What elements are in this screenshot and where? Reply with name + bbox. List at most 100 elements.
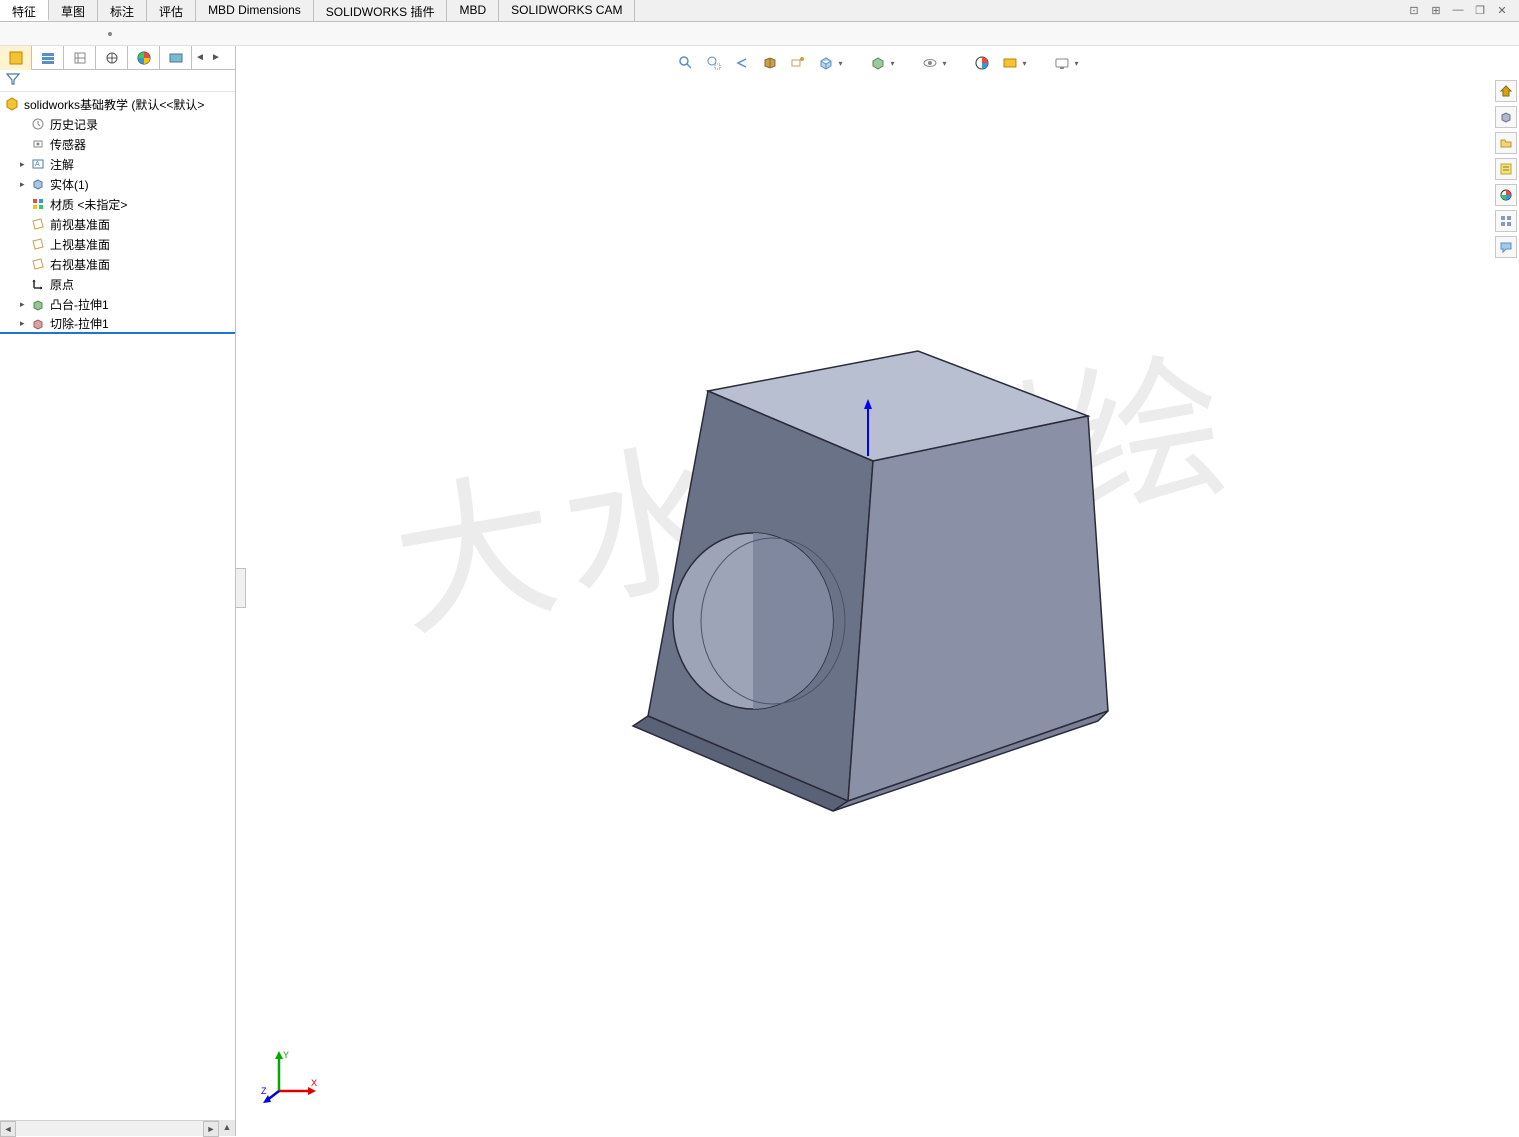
tree-caret-collapsed[interactable]: ▸ [20,159,30,170]
view-settings-icon[interactable] [1053,54,1071,72]
tree-item-top-plane[interactable]: 上视基准面 [0,234,235,254]
pin-panel-icon[interactable]: ⊞ [1429,4,1443,18]
svg-text:A: A [35,161,40,168]
hide-show-icon[interactable] [920,54,938,72]
view-orientation-icon[interactable] [816,54,834,72]
task-custom-props-icon[interactable] [1495,158,1517,180]
viewport-3d[interactable]: 大水牛测绘 ▾ ▾ ▾ ▾ ▾ [236,46,1519,1136]
menu-tab-mbd[interactable]: MBD [447,0,499,21]
tree-caret-collapsed[interactable]: ▸ [20,179,30,190]
dynamic-annotation-icon[interactable] [788,54,806,72]
edit-appearance-icon[interactable] [973,54,991,72]
tree-item-label: 前视基准面 [50,216,110,233]
task-home-icon[interactable] [1495,80,1517,102]
menu-tab-mbd-dimensions[interactable]: MBD Dimensions [196,0,314,21]
menu-tab-sketch[interactable]: 草图 [49,0,98,21]
dropdown-icon[interactable]: ▾ [1023,59,1027,68]
dropdown-icon[interactable]: ▾ [890,59,894,68]
tree-item-history[interactable]: 历史记录 [0,114,235,134]
panel-tab-cam-manager[interactable] [160,46,192,70]
origin-icon [30,276,46,292]
plane-icon [30,216,46,232]
tree-item-boss-extrude1[interactable]: ▸ 凸台-拉伸1 [0,294,235,314]
maximize-icon[interactable]: ❐ [1473,4,1487,18]
zoom-fit-icon[interactable] [676,54,694,72]
panel-tab-next[interactable]: ► [208,46,224,69]
apply-scene-icon[interactable] [1001,54,1019,72]
triad-x-label: X [311,1078,317,1088]
tree-item-front-plane[interactable]: 前视基准面 [0,214,235,234]
material-icon [30,196,46,212]
view-triad[interactable]: Y X Z [261,1046,321,1106]
scroll-left-icon[interactable]: ◄ [0,1121,16,1137]
part-icon [4,96,20,112]
tree-item-solid-bodies[interactable]: ▸ 实体(1) [0,174,235,194]
tree-item-label: 传感器 [50,136,86,153]
panel-tab-dimxpert[interactable] [96,46,128,70]
tree-item-cut-extrude1[interactable]: ▸ 切除-拉伸1 [0,314,235,334]
tree-item-right-plane[interactable]: 右视基准面 [0,254,235,274]
cam-manager-icon [168,50,184,66]
dropdown-icon[interactable]: ▾ [1075,59,1079,68]
tree-item-label: 切除-拉伸1 [50,315,109,332]
tree-root-label: solidworks基础教学 (默认<<默认> [24,96,204,113]
model-3d-view[interactable] [578,311,1178,871]
tree-item-label: 上视基准面 [50,236,110,253]
scroll-corner-up-icon[interactable]: ▲ [219,1120,235,1136]
triad-z-label: Z [261,1086,267,1096]
tree-item-label: 注解 [50,156,74,173]
display-style-icon[interactable] [868,54,886,72]
filter-icon[interactable] [6,72,20,86]
panel-tabs: ◄ ► [0,46,235,70]
panel-collapse-handle[interactable] [236,568,246,608]
zoom-area-icon[interactable] [704,54,722,72]
panel-tab-feature-manager[interactable] [0,46,32,70]
tree-filter-row [0,70,235,92]
task-view-palette-icon[interactable] [1495,210,1517,232]
dropdown-icon[interactable]: ▾ [838,59,842,68]
panel-tab-display-manager[interactable] [128,46,160,70]
feature-tree[interactable]: solidworks基础教学 (默认<<默认> 历史记录 传感器 ▸ A 注解 … [0,92,235,1136]
tree-hscroll[interactable]: ◄ ► [0,1120,219,1136]
tree-item-label: 凸台-拉伸1 [50,296,109,313]
tree-item-material[interactable]: 材质 <未指定> [0,194,235,214]
plane-icon [30,236,46,252]
menu-bar: 特征 草图 标注 评估 MBD Dimensions SOLIDWORKS 插件… [0,0,1519,22]
restore-panel-icon[interactable]: ⊡ [1407,4,1421,18]
toolbar-handle-icon[interactable] [108,32,112,36]
sensor-icon [30,136,46,152]
cut-extrude-icon [30,315,46,331]
task-resources-icon[interactable] [1495,106,1517,128]
tree-item-origin[interactable]: 原点 [0,274,235,294]
section-view-icon[interactable] [760,54,778,72]
tree-item-annotations[interactable]: ▸ A 注解 [0,154,235,174]
tree-caret-collapsed[interactable]: ▸ [20,318,30,329]
menu-tab-evaluate[interactable]: 评估 [147,0,196,21]
panel-tab-property-manager[interactable] [32,46,64,70]
menu-tab-sw-addins[interactable]: SOLIDWORKS 插件 [314,0,448,21]
scroll-track[interactable] [16,1121,203,1136]
tree-caret-collapsed[interactable]: ▸ [20,299,30,310]
task-appearances-icon[interactable] [1495,184,1517,206]
panel-tab-prev[interactable]: ◄ [192,46,208,69]
tree-item-label: 历史记录 [50,116,98,133]
dropdown-icon[interactable]: ▾ [942,59,946,68]
triad-y-label: Y [283,1050,289,1060]
tree-item-label: 原点 [50,276,74,293]
toolbar-strip [0,22,1519,46]
task-open-icon[interactable] [1495,132,1517,154]
menu-tab-features[interactable]: 特征 [0,0,49,21]
feature-manager-icon [8,50,24,66]
task-forum-icon[interactable] [1495,236,1517,258]
panel-tab-config-manager[interactable] [64,46,96,70]
tree-item-sensors[interactable]: 传感器 [0,134,235,154]
menu-tab-annotate[interactable]: 标注 [98,0,147,21]
tree-item-label: 材质 <未指定> [50,196,127,213]
minimize-icon[interactable]: — [1451,4,1465,18]
scroll-right-icon[interactable]: ► [203,1121,219,1137]
menu-tab-sw-cam[interactable]: SOLIDWORKS CAM [499,0,635,21]
close-icon[interactable]: ✕ [1495,4,1509,18]
tree-root[interactable]: solidworks基础教学 (默认<<默认> [0,94,235,114]
window-controls: ⊡ ⊞ — ❐ ✕ [1407,0,1519,21]
previous-view-icon[interactable] [732,54,750,72]
